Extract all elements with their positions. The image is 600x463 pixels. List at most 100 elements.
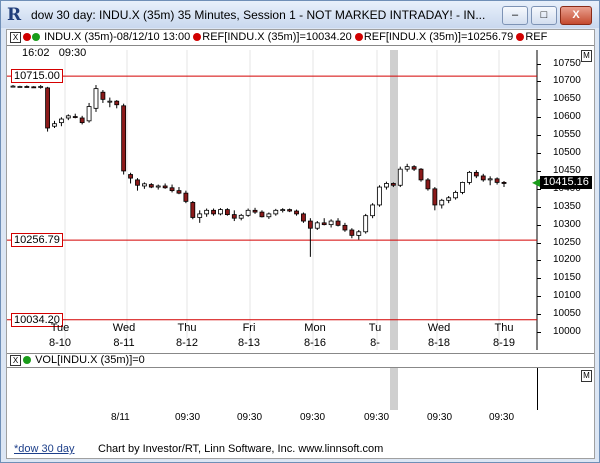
- close-button[interactable]: X: [560, 6, 592, 25]
- candle-body: [384, 183, 389, 188]
- price-axis-tick: 10050: [553, 308, 581, 320]
- candle-body: [52, 123, 57, 127]
- app-window: R dow 30 day: INDU.X (35m) 35 Minutes, S…: [0, 0, 600, 463]
- window-title: dow 30 day: INDU.X (35m) 35 Minutes, Ses…: [31, 8, 486, 22]
- ref-dot-icon: [354, 33, 363, 42]
- candle-body: [273, 209, 279, 215]
- price-axis-tick: 10200: [553, 254, 581, 266]
- day-of-week-label: Wed: [427, 322, 451, 334]
- price-axis-tickmark: [537, 242, 541, 244]
- candle-body: [411, 166, 417, 170]
- date-label: 8-12: [175, 337, 199, 349]
- date-label: 8-11: [113, 337, 135, 349]
- candle-body: [328, 220, 334, 226]
- price-axis-tickmark: [537, 153, 541, 155]
- volume-time-tick: 09:30: [427, 412, 453, 423]
- candle-body: [45, 87, 50, 129]
- date-label: 8-16: [303, 337, 327, 349]
- candle-body: [342, 224, 348, 231]
- ref-label-2[interactable]: REF[INDU.X (35m)]=10256.79: [364, 31, 513, 43]
- candle-body: [397, 168, 403, 186]
- price-axis-tickmark: [537, 135, 541, 137]
- candle-body: [363, 215, 369, 233]
- candle-body: [460, 181, 465, 193]
- maximize-button[interactable]: □: [531, 6, 557, 25]
- candle-body: [24, 86, 30, 88]
- close-chart-box[interactable]: X: [10, 31, 21, 43]
- title-bar[interactable]: R dow 30 day: INDU.X (35m) 35 Minutes, S…: [1, 1, 599, 28]
- candle-body: [370, 204, 376, 217]
- candle-body: [446, 197, 452, 201]
- volume-label[interactable]: VOL[INDU.X (35m)]=0: [35, 354, 145, 366]
- series-label[interactable]: INDU.X (35m)-08/12/10 13:00: [44, 31, 190, 43]
- time-highlight-band: [390, 50, 398, 350]
- ref-label-3[interactable]: REF: [525, 31, 547, 43]
- volume-time-tick: 09:30: [300, 412, 326, 423]
- candle-body: [190, 202, 196, 218]
- price-axis-tick: 10250: [553, 236, 581, 248]
- volume-time-tick: 09:30: [364, 412, 390, 423]
- candle-body: [259, 211, 265, 218]
- volume-time-tick: 09:30: [237, 412, 263, 423]
- candle-body: [10, 85, 16, 88]
- candle-body: [218, 209, 223, 215]
- candle-body: [418, 168, 424, 181]
- candle-body: [231, 214, 237, 219]
- ref-dot-icon: [193, 33, 202, 42]
- day-of-week-label: Mon: [304, 322, 326, 334]
- price-axis-tick: 10450: [553, 164, 581, 176]
- price-axis-tickmark: [537, 224, 541, 226]
- price-axis-tick: 10150: [553, 272, 581, 284]
- price-chart[interactable]: [7, 50, 594, 350]
- candle-body: [432, 188, 438, 206]
- candle-body: [480, 175, 486, 181]
- day-of-week-label: Wed: [112, 322, 136, 334]
- candle-body: [114, 100, 120, 106]
- date-label: 8-19: [492, 337, 516, 349]
- series-color-dot-icon: [32, 33, 40, 42]
- candle-body: [294, 210, 299, 215]
- volume-pane[interactable]: [7, 368, 594, 410]
- price-axis-tickmark: [537, 81, 541, 83]
- ref-label-1[interactable]: REF[INDU.X (35m)]=10034.20: [202, 31, 351, 43]
- price-axis-tick: 10550: [553, 129, 581, 141]
- time-highlight-band: [390, 368, 398, 410]
- candle-body: [100, 91, 106, 100]
- chart-tab[interactable]: *dow 30 day: [14, 441, 75, 457]
- candle-body: [425, 179, 431, 190]
- candle-body: [301, 213, 306, 222]
- ref-dot-icon: [516, 33, 525, 42]
- candle-body: [314, 222, 320, 229]
- candle-body: [224, 209, 230, 216]
- candle-body: [252, 209, 258, 213]
- date-label: 8-18: [427, 337, 451, 349]
- volume-axis-line: [537, 368, 538, 410]
- candle-body: [245, 209, 251, 216]
- price-axis-tick: 10100: [553, 290, 581, 302]
- day-of-week-label: Tu: [368, 322, 382, 334]
- price-axis-tick: 10000: [553, 326, 581, 337]
- day-of-week-label: Thu: [177, 322, 197, 334]
- candle-body: [107, 100, 113, 103]
- candle-body: [183, 192, 189, 202]
- reference-level-label[interactable]: 10256.79: [11, 233, 63, 248]
- chart-area: X INDU.X (35m)-08/12/10 13:00 REF[INDU.X…: [6, 29, 595, 459]
- volume-time-tick: 09:30: [175, 412, 201, 423]
- minimize-button[interactable]: –: [502, 6, 528, 25]
- price-axis-tickmark: [537, 117, 541, 119]
- candle-body: [467, 171, 472, 183]
- volume-time-tick: 8/11: [111, 412, 130, 423]
- info-bar: X INDU.X (35m)-08/12/10 13:00 REF[INDU.X…: [7, 30, 594, 46]
- candle-body: [349, 229, 355, 236]
- candle-body: [148, 184, 154, 188]
- close-volume-box[interactable]: X: [10, 354, 21, 366]
- price-axis-tickmark: [537, 278, 541, 280]
- candle-body: [307, 220, 313, 229]
- price-axis-tickmark: [537, 170, 541, 172]
- price-axis-tickmark: [537, 63, 541, 65]
- candle-body: [473, 171, 479, 177]
- price-axis-tick: 10300: [553, 218, 581, 230]
- volume-pane-header: X VOL[INDU.X (35m)]=0: [7, 353, 594, 368]
- reference-level-label[interactable]: 10715.00: [11, 69, 63, 84]
- app-logo-icon: R: [7, 5, 22, 25]
